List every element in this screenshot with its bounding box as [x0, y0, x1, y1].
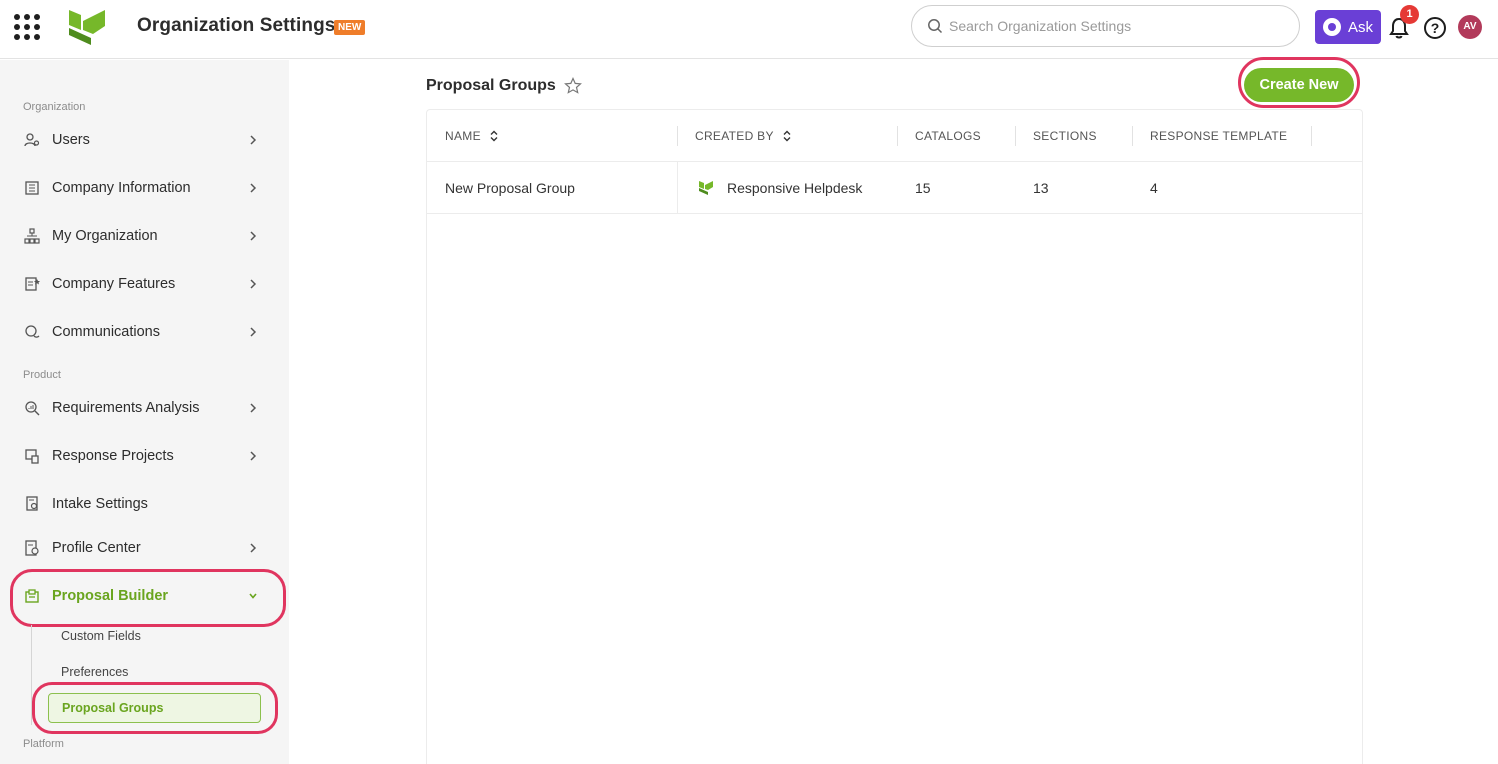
app-title: Organization Settings — [137, 15, 336, 36]
chevron-right-icon — [250, 451, 257, 461]
section-label-product: Product — [23, 369, 61, 381]
intake-icon — [23, 495, 41, 513]
building-icon — [23, 179, 41, 197]
chevron-right-icon — [250, 543, 257, 553]
sidebar-item-label: Profile Center — [52, 540, 141, 556]
sidebar-item-profile-center[interactable]: Profile Center — [10, 530, 274, 566]
chevron-right-icon — [250, 135, 257, 145]
search-icon — [928, 19, 943, 34]
cell-response-template: 4 — [1150, 180, 1158, 196]
column-header-response-template: RESPONSE TEMPLATE — [1150, 129, 1288, 143]
sidebar-item-label: Communications — [52, 324, 160, 340]
section-label-organization: Organization — [23, 101, 86, 113]
ask-button[interactable]: Ask — [1315, 10, 1381, 44]
chevron-right-icon — [250, 279, 257, 289]
proposal-icon — [23, 587, 41, 605]
chevron-right-icon — [250, 403, 257, 413]
app-launcher-icon[interactable] — [14, 14, 40, 40]
sidebar-item-label: Response Projects — [52, 448, 174, 464]
proposal-groups-table: NAME CREATED BY CATALOGS SECTIONS RESPON… — [426, 109, 1363, 764]
sort-icon[interactable] — [783, 130, 791, 142]
profile-icon — [23, 539, 41, 557]
company-logo[interactable] — [67, 8, 107, 46]
page-title: Proposal Groups — [426, 77, 556, 94]
ask-label: Ask — [1348, 18, 1374, 36]
search-analysis-icon — [23, 399, 41, 417]
column-header-label: CREATED BY — [695, 129, 774, 143]
top-bar: Organization Settings NEW Ask 1 ? AV — [0, 0, 1498, 59]
column-separator — [1132, 126, 1133, 146]
column-separator — [897, 126, 898, 146]
ask-ai-icon — [1323, 18, 1341, 36]
column-separator — [677, 126, 678, 146]
column-separator — [677, 162, 678, 214]
chevron-right-icon — [250, 327, 257, 337]
org-chart-icon — [23, 227, 41, 245]
sidebar-item-requirements-analysis[interactable]: Requirements Analysis — [10, 390, 274, 426]
submenu-item-proposal-groups[interactable]: Proposal Groups — [48, 693, 261, 723]
sidebar: Organization Users Company Information M… — [0, 60, 289, 764]
help-icon[interactable]: ? — [1424, 17, 1446, 39]
column-header-name[interactable]: NAME — [445, 110, 498, 162]
new-badge: NEW — [334, 20, 366, 35]
sidebar-item-users[interactable]: Users — [10, 122, 274, 158]
table-row[interactable]: New Proposal Group Responsive Helpdesk 1… — [427, 162, 1362, 214]
search-input[interactable] — [949, 15, 1279, 37]
cell-sections: 13 — [1033, 180, 1049, 196]
sidebar-item-label: Intake Settings — [52, 496, 148, 512]
search-box[interactable] — [911, 5, 1300, 47]
sidebar-item-company-information[interactable]: Company Information — [10, 170, 274, 206]
sidebar-item-intake-settings[interactable]: Intake Settings — [10, 486, 274, 522]
column-header-catalogs: CATALOGS — [915, 129, 981, 143]
table-header: NAME CREATED BY CATALOGS SECTIONS RESPON… — [427, 110, 1362, 162]
sidebar-item-my-organization[interactable]: My Organization — [10, 218, 274, 254]
sidebar-item-label: Company Features — [52, 276, 176, 292]
column-separator — [1015, 126, 1016, 146]
column-separator — [1311, 126, 1312, 146]
sidebar-item-communications[interactable]: Communications — [10, 314, 274, 350]
chevron-down-icon — [249, 593, 257, 599]
cell-created-by: Responsive Helpdesk — [727, 180, 863, 196]
user-avatar[interactable]: AV — [1458, 15, 1482, 39]
features-icon — [23, 275, 41, 293]
sidebar-item-label: My Organization — [52, 228, 158, 244]
section-label-platform: Platform — [23, 738, 64, 750]
notification-count-badge: 1 — [1400, 5, 1419, 24]
creator-logo-icon — [699, 181, 713, 195]
cell-name[interactable]: New Proposal Group — [445, 162, 575, 214]
sidebar-item-label: Users — [52, 132, 90, 148]
submenu-item-custom-fields[interactable]: Custom Fields — [48, 621, 261, 651]
favorite-star-icon[interactable] — [564, 77, 582, 95]
chat-icon — [23, 323, 41, 341]
chevron-right-icon — [250, 231, 257, 241]
sidebar-item-label: Company Information — [52, 180, 191, 196]
sidebar-item-response-projects[interactable]: Response Projects — [10, 438, 274, 474]
cell-catalogs: 15 — [915, 180, 931, 196]
sidebar-item-label: Proposal Builder — [52, 588, 169, 604]
projects-icon — [23, 447, 41, 465]
create-new-button[interactable]: Create New — [1244, 68, 1354, 102]
chevron-right-icon — [250, 183, 257, 193]
sidebar-item-label: Requirements Analysis — [52, 400, 200, 416]
users-icon — [23, 131, 41, 149]
column-header-label: NAME — [445, 129, 481, 143]
sidebar-item-company-features[interactable]: Company Features — [10, 266, 274, 302]
column-header-sections: SECTIONS — [1033, 129, 1097, 143]
sort-icon[interactable] — [490, 130, 498, 142]
column-header-created-by[interactable]: CREATED BY — [695, 110, 791, 162]
sidebar-item-proposal-builder[interactable]: Proposal Builder — [10, 578, 274, 614]
